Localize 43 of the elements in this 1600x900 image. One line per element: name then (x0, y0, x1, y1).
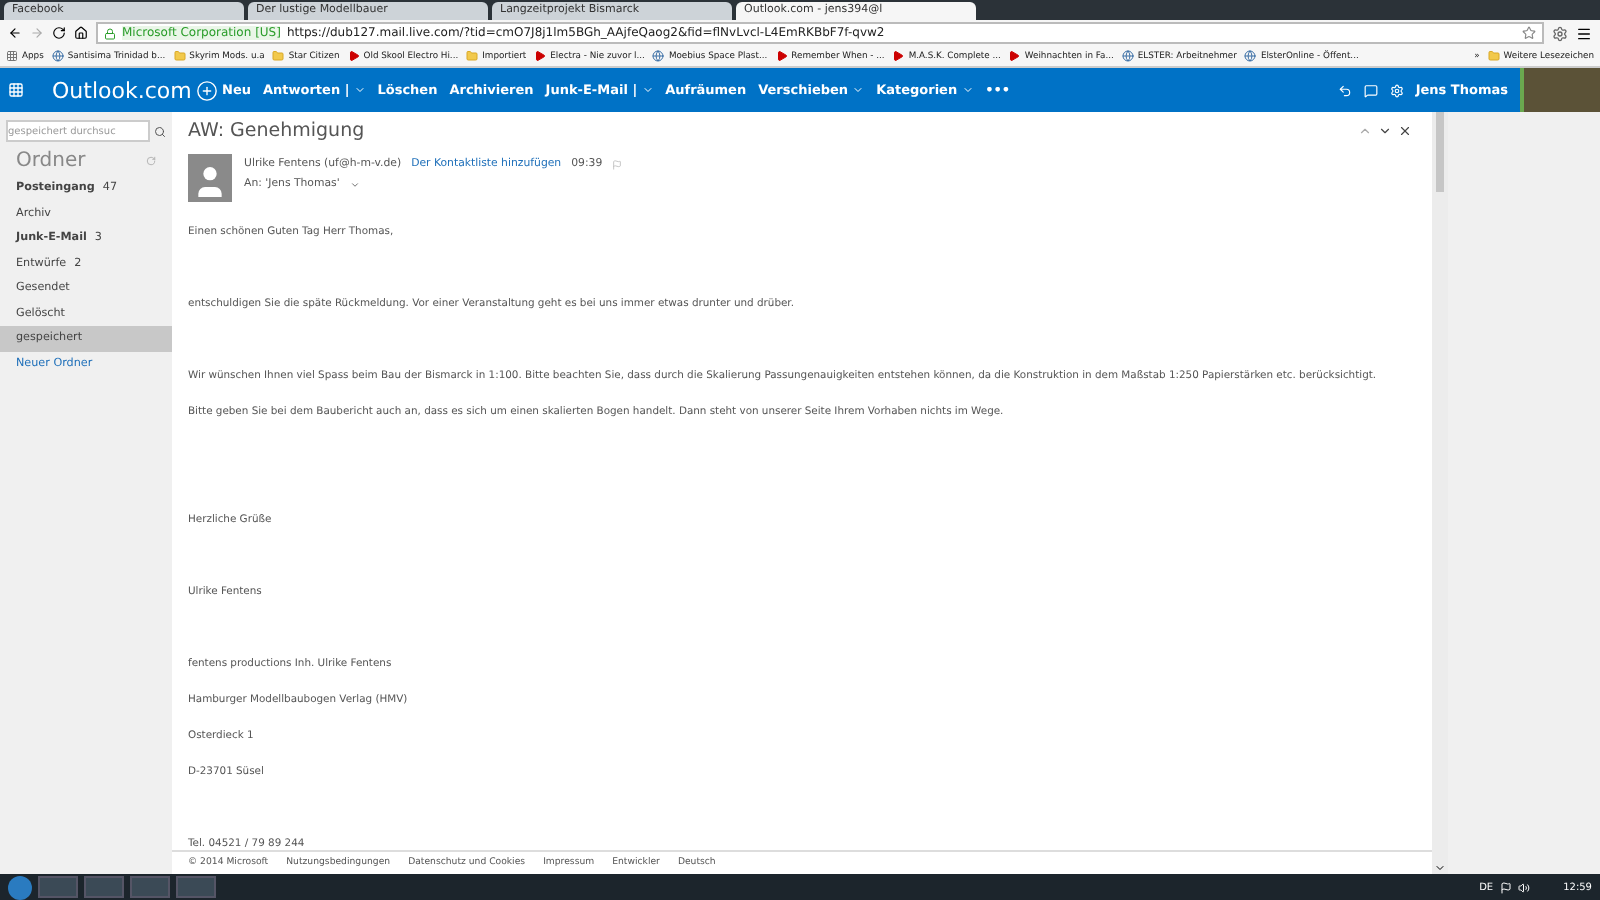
play-icon (1008, 50, 1021, 62)
star-icon[interactable] (1522, 26, 1536, 40)
caret-icon (353, 84, 366, 96)
globe-icon (652, 50, 665, 62)
folder-icon (272, 50, 285, 62)
brand-logo[interactable]: Outlook.com (32, 77, 196, 103)
chat-icon[interactable] (1363, 83, 1378, 97)
scroll-down-icon[interactable] (1434, 862, 1446, 874)
play-icon (534, 50, 547, 62)
caret-icon (961, 84, 974, 96)
folder-icon (173, 50, 186, 62)
folders-heading: Ordner (16, 150, 86, 172)
volume-icon[interactable] (1517, 881, 1530, 893)
scrollbar-thumb[interactable] (1436, 112, 1444, 192)
globe-icon (51, 50, 64, 62)
up-icon[interactable] (1358, 124, 1372, 138)
profile-picture[interactable] (1520, 68, 1600, 112)
play-icon (775, 50, 788, 62)
lock-icon (104, 27, 116, 39)
caret-icon[interactable] (349, 179, 360, 189)
message-subject: AW: Genehmigung (188, 120, 365, 142)
settings-icon[interactable] (1389, 83, 1404, 97)
plus-icon (196, 79, 218, 101)
apps-icon (6, 50, 18, 62)
folder-icon (466, 50, 479, 62)
down-icon[interactable] (1378, 124, 1392, 138)
search-icon (154, 125, 166, 137)
home-icon[interactable] (74, 26, 88, 40)
undo-icon[interactable] (1337, 83, 1352, 97)
app-launcher-icon[interactable] (8, 82, 24, 98)
reload-icon[interactable] (52, 26, 66, 40)
caret-icon (641, 84, 654, 96)
play-icon (347, 50, 360, 62)
back-icon[interactable] (8, 26, 22, 40)
folder-icon (1487, 50, 1500, 62)
menu-icon[interactable] (1576, 25, 1592, 41)
caret-icon (852, 84, 865, 96)
globe-icon (1244, 50, 1257, 62)
close-icon[interactable] (1398, 124, 1412, 138)
forward-icon[interactable] (30, 26, 44, 40)
start-button[interactable] (8, 875, 32, 899)
globe-icon (1121, 50, 1134, 62)
play-icon (892, 50, 905, 62)
